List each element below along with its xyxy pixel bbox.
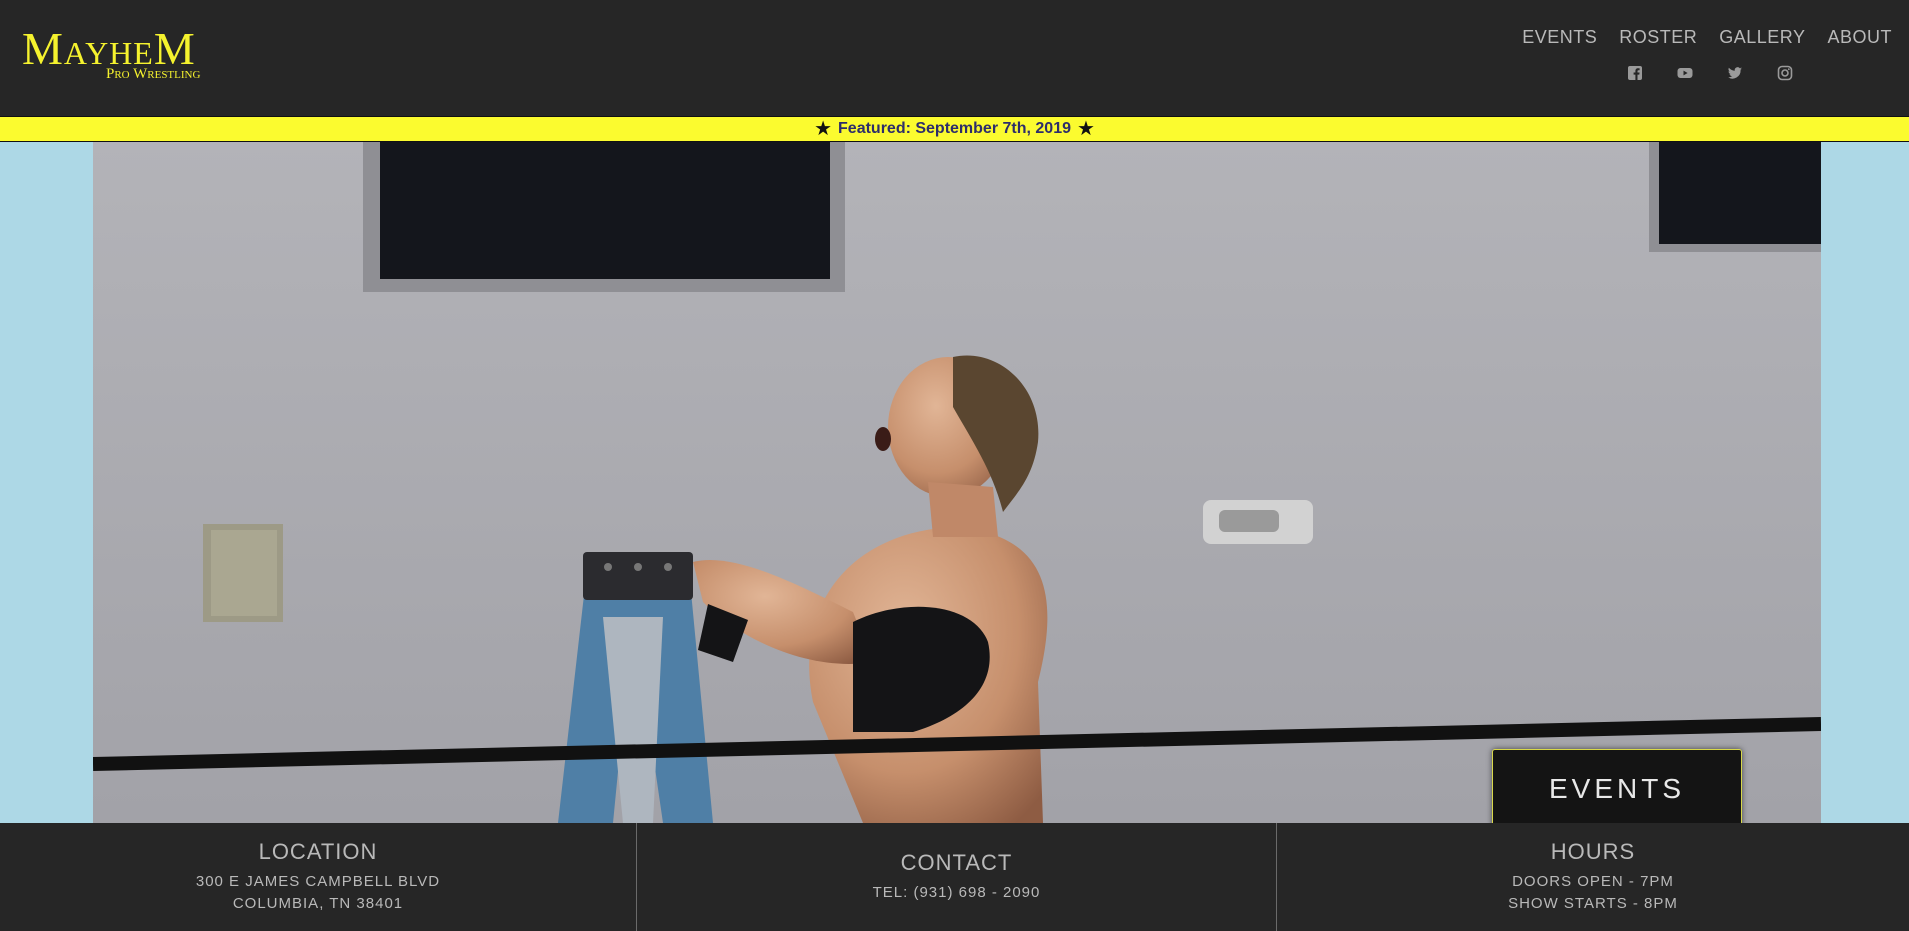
brand-logo[interactable]: MayheM Pro Wrestling — [22, 22, 222, 84]
location-address-line1: 300 E JAMES CAMPBELL BLVD — [195, 873, 441, 890]
youtube-icon[interactable] — [1677, 65, 1693, 81]
star-icon: ★ — [814, 118, 833, 140]
events-cta-button[interactable]: EVENTS — [1492, 749, 1742, 823]
star-icon: ★ — [1076, 118, 1095, 140]
hours-title: HOURS — [1550, 839, 1636, 864]
location-title: LOCATION — [258, 839, 378, 864]
main-nav: EVENTS ROSTER GALLERY ABOUT — [1511, 26, 1892, 48]
site-footer: LOCATION 300 E JAMES CAMPBELL BLVD COLUM… — [0, 823, 1909, 931]
brand-tagline: Pro Wrestling — [106, 66, 201, 82]
facebook-icon[interactable] — [1627, 65, 1643, 81]
footer-contact: CONTACT TEL: (931) 698 - 2090 — [636, 823, 1276, 931]
hero-image: EVENTS — [93, 142, 1821, 823]
footer-hours: HOURS DOORS OPEN - 7PM SHOW STARTS - 8PM — [1276, 823, 1909, 931]
social-links — [1627, 65, 1793, 81]
hours-doors-open: DOORS OPEN - 7PM — [1512, 873, 1674, 890]
hours-show-starts: SHOW STARTS - 8PM — [1508, 895, 1678, 912]
featured-text: Featured: September 7th, 2019 — [838, 120, 1071, 137]
contact-phone[interactable]: TEL: (931) 698 - 2090 — [873, 882, 1041, 904]
location-address-line2: COLUMBIA, TN 38401 — [232, 895, 404, 912]
wrestler-on-ladder-photo — [93, 142, 1821, 823]
site-header: MayheM Pro Wrestling EVENTS ROSTER GALLE… — [0, 0, 1909, 116]
nav-item-gallery[interactable]: GALLERY — [1708, 26, 1816, 48]
nav-item-events[interactable]: EVENTS — [1511, 26, 1608, 48]
nav-item-about[interactable]: ABOUT — [1816, 26, 1892, 48]
contact-title: CONTACT — [900, 850, 1013, 875]
footer-location: LOCATION 300 E JAMES CAMPBELL BLVD COLUM… — [0, 823, 636, 931]
nav-item-roster[interactable]: ROSTER — [1608, 26, 1708, 48]
instagram-icon[interactable] — [1777, 65, 1793, 81]
twitter-icon[interactable] — [1727, 65, 1743, 81]
featured-banner[interactable]: ★ Featured: September 7th, 2019 ★ — [0, 116, 1909, 142]
